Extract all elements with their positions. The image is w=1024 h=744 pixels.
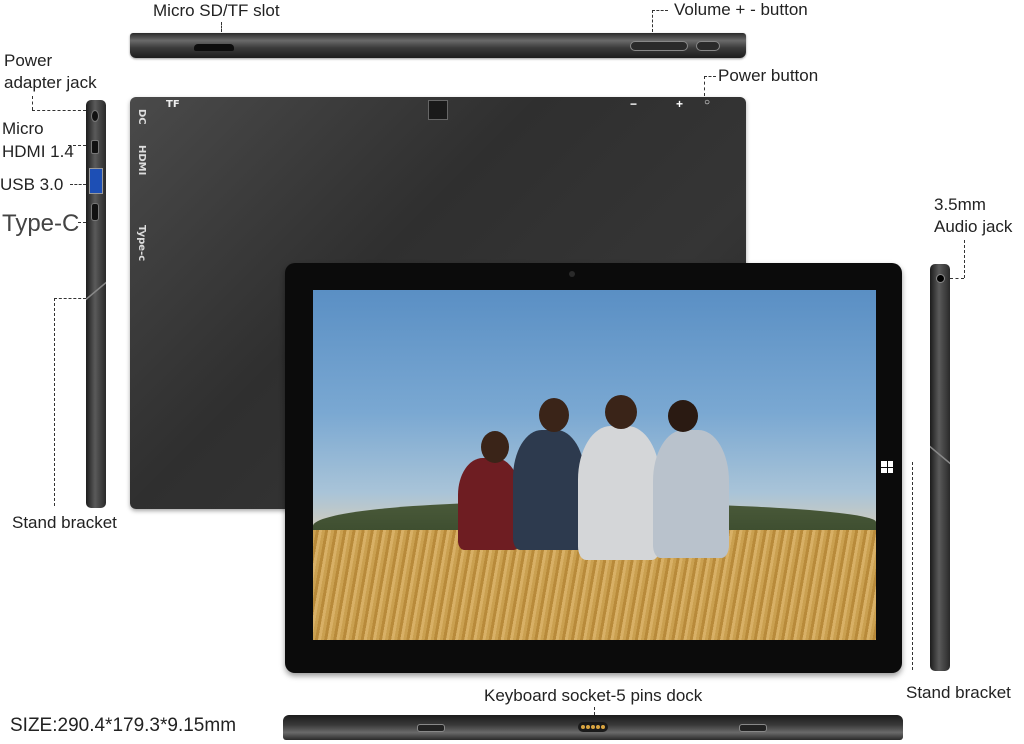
- leader-line: [54, 298, 86, 299]
- leader-line: [704, 76, 705, 96]
- person-4: [653, 430, 729, 558]
- leader-line: [70, 184, 86, 185]
- person-2-head: [539, 398, 569, 432]
- power-adapter-jack: [91, 110, 99, 122]
- leader-line: [78, 222, 86, 223]
- minus-print: −: [630, 97, 638, 111]
- person-1: [458, 458, 520, 550]
- power-adapter-label-line1: Power: [4, 51, 53, 70]
- tablet-bottom-edge: [283, 715, 903, 740]
- leader-line: [950, 278, 964, 279]
- usb-label: USB 3.0: [0, 175, 64, 194]
- tf-print: TF: [166, 99, 180, 110]
- screen-photo: [313, 290, 876, 640]
- person-4-head: [668, 400, 698, 432]
- front-camera: [569, 271, 575, 277]
- micro-sd-slot: [194, 44, 234, 51]
- leader-line: [964, 240, 965, 278]
- micro-sd-label: Micro SD/TF slot: [153, 1, 280, 20]
- volume-button: [630, 41, 688, 51]
- plus-print: +: [676, 97, 684, 111]
- type-c-port: [91, 203, 99, 221]
- volume-label: Volume + - button: [674, 0, 808, 19]
- tablet-left-side: [86, 100, 106, 508]
- tablet-right-side: [930, 264, 950, 671]
- stand-hinge: [86, 281, 106, 301]
- typec-print: Type-c: [136, 225, 147, 262]
- leader-line: [32, 96, 33, 110]
- tablet-front: [285, 263, 902, 673]
- rear-camera: [428, 100, 448, 120]
- power-button-label: Power button: [718, 66, 819, 85]
- keyboard-hook-right: [739, 724, 767, 732]
- audio-jack-label-line2: Audio jack: [934, 217, 1013, 236]
- leader-line: [652, 10, 668, 11]
- person-1-head: [481, 431, 509, 463]
- leader-line: [32, 110, 86, 111]
- hdmi-print: HDMI: [136, 145, 147, 176]
- leader-line: [68, 145, 86, 146]
- type-c-label: Type-C: [2, 210, 80, 237]
- leader-line: [704, 76, 716, 77]
- windows-logo-icon: [881, 461, 893, 473]
- usb-port: [89, 168, 103, 194]
- stand-bracket-left-label: Stand bracket: [12, 513, 117, 532]
- leader-line: [221, 22, 222, 32]
- stand-bracket-right-label: Stand bracket: [906, 683, 1011, 702]
- audio-jack: [936, 274, 945, 283]
- keyboard-pins: [578, 722, 608, 732]
- stand-hinge: [930, 445, 950, 465]
- power-print: ○: [704, 97, 711, 108]
- keyboard-hook-left: [417, 724, 445, 732]
- size-label: SIZE:290.4*179.3*9.15mm: [10, 715, 237, 736]
- micro-hdmi-label-line2: HDMI 1.4: [2, 142, 74, 161]
- leader-line: [652, 10, 653, 32]
- leader-line: [54, 298, 55, 506]
- micro-hdmi-port: [91, 140, 99, 154]
- audio-jack-label-line1: 3.5mm: [934, 195, 986, 214]
- leader-line: [594, 707, 595, 715]
- dc-print: DC: [136, 109, 147, 125]
- person-3: [578, 426, 660, 560]
- power-button-top: [696, 41, 720, 51]
- person-2: [513, 430, 585, 550]
- power-adapter-label-line2: adapter jack: [4, 73, 97, 92]
- keyboard-socket-label: Keyboard socket-5 pins dock: [484, 686, 703, 705]
- leader-line: [912, 462, 913, 670]
- tablet-top-edge: [130, 33, 746, 58]
- micro-hdmi-label-line1: Micro: [2, 119, 44, 138]
- person-3-head: [605, 395, 637, 429]
